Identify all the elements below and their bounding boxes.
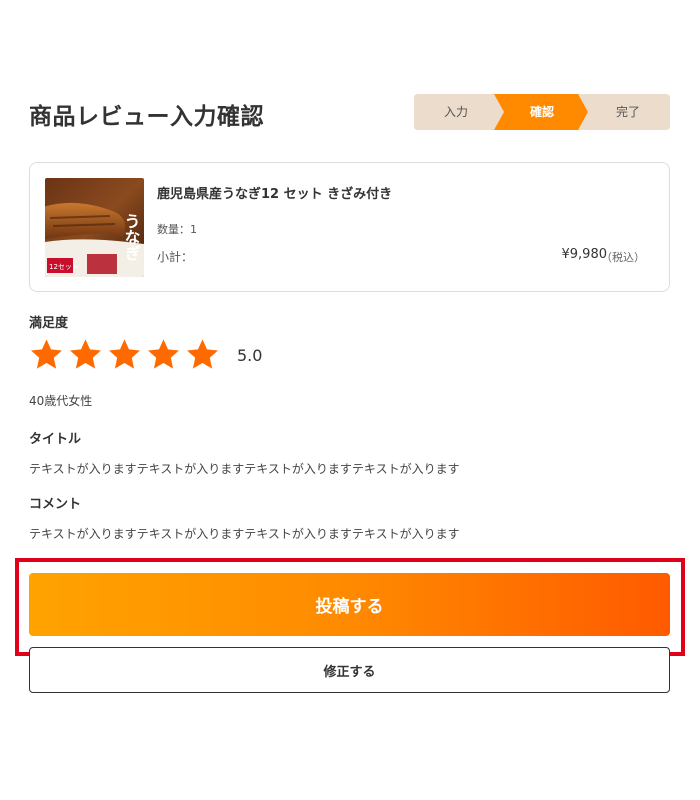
rating-stars: 5.0: [29, 337, 262, 373]
star-icon: [148, 339, 179, 369]
product-name: 鹿児島県産うなぎ12 セット きざみ付き: [157, 187, 393, 202]
step-input-label: 入力: [443, 105, 468, 119]
edit-review-button[interactable]: 修正する: [29, 647, 670, 693]
star-icon: [31, 339, 62, 369]
star-icon: [187, 339, 218, 369]
eel-product-image: 12セット うなぎ: [45, 178, 144, 277]
thumb-badge: 12セット: [49, 263, 79, 271]
rating-label: 満足度: [29, 316, 69, 331]
progress-steps: 入力 確認 完了: [414, 94, 670, 130]
review-confirm-page: 商品レビュー入力確認 入力 確認 完了 12セット うなぎ 鹿児島県産うなぎ12…: [0, 0, 700, 800]
star-icon: [70, 339, 101, 369]
quantity-label: 数量：: [157, 223, 190, 236]
product-quantity: 数量：1: [157, 221, 197, 237]
review-title-label: タイトル: [29, 432, 82, 447]
review-comment-label: コメント: [29, 497, 82, 512]
rating-value: 5.0: [237, 345, 263, 365]
page-title: 商品レビュー入力確認: [29, 104, 264, 130]
step-complete-label: 完了: [615, 105, 640, 119]
star-icon: [109, 339, 140, 369]
review-comment-text: テキストが入りますテキストが入りますテキストが入りますテキストが入ります: [29, 527, 460, 541]
step-confirm-label: 確認: [529, 105, 554, 119]
product-card: 12セット うなぎ 鹿児島県産うなぎ12 セット きざみ付き 数量：1 小計： …: [29, 162, 670, 292]
quantity-value: 1: [190, 223, 197, 236]
review-title-text: テキストが入りますテキストが入りますテキストが入りますテキストが入ります: [29, 462, 460, 476]
subtotal-label: 小計：: [157, 250, 194, 264]
tax-note: （税込）: [601, 251, 645, 264]
reviewer-attribute: 40歳代女性: [29, 394, 93, 408]
thumb-caption: うなぎ: [122, 213, 141, 261]
submit-review-button[interactable]: 投稿する: [29, 573, 670, 636]
